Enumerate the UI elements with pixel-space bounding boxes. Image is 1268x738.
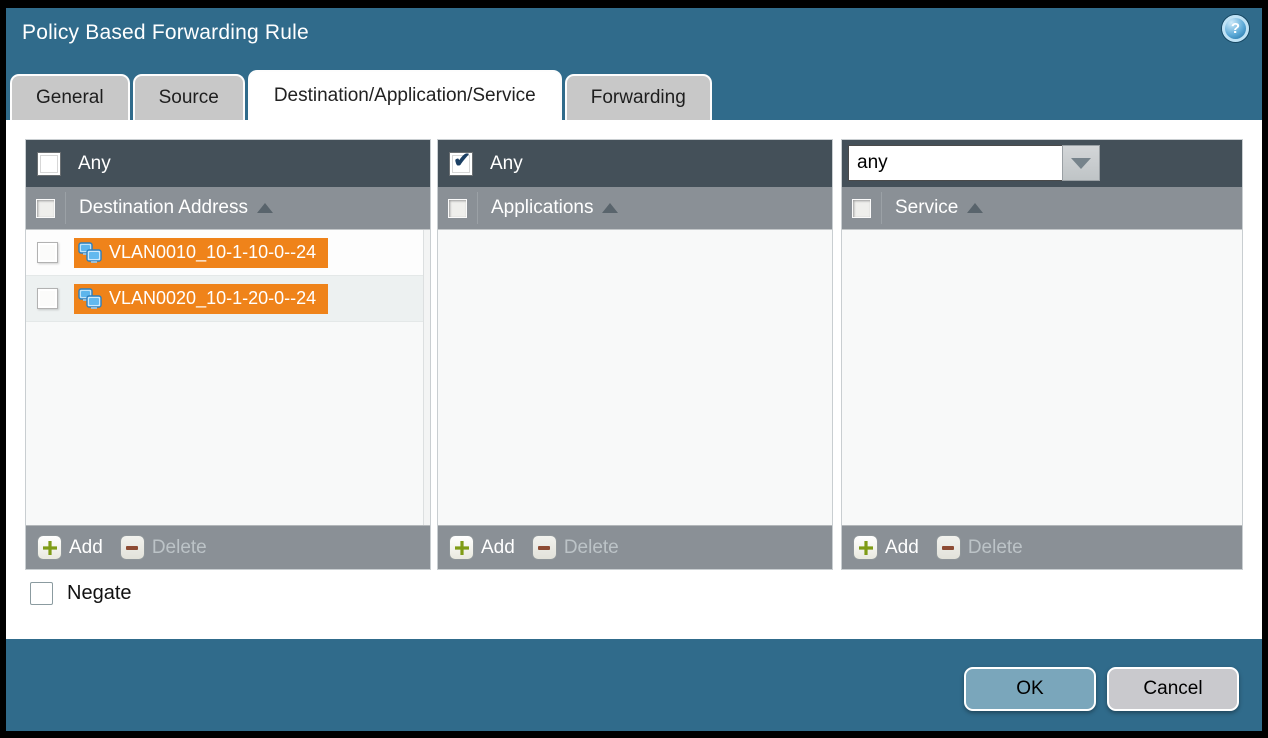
destination-any-bar: Any <box>26 140 430 187</box>
tab-general[interactable]: General <box>10 74 130 120</box>
ok-button[interactable]: OK <box>964 667 1096 711</box>
service-dropdown-input[interactable] <box>848 145 1062 181</box>
tab-destination-application-service[interactable]: Destination/Application/Service <box>248 70 562 120</box>
dialog-buttons: OK Cancel <box>964 667 1239 711</box>
applications-any-checkbox[interactable] <box>449 152 473 176</box>
cancel-button[interactable]: Cancel <box>1107 667 1239 711</box>
sort-asc-icon <box>602 203 618 213</box>
sort-asc-icon <box>967 203 983 213</box>
destination-address-panel: Any Destination Address <box>25 139 431 570</box>
dialog-title: Policy Based Forwarding Rule <box>22 21 309 45</box>
network-address-icon <box>78 242 102 264</box>
address-object-tag[interactable]: VLAN0010_10-1-10-0--24 <box>74 238 328 268</box>
add-icon[interactable] <box>37 535 62 560</box>
applications-list <box>438 230 832 525</box>
row-checkbox[interactable] <box>37 242 58 263</box>
delete-icon[interactable] <box>532 535 557 560</box>
applications-any-bar: Any <box>438 140 832 187</box>
column-divider <box>65 192 66 224</box>
destination-list: VLAN0010_10-1-10-0--24 <box>26 230 430 525</box>
destination-select-all-checkbox[interactable] <box>36 199 55 218</box>
add-icon[interactable] <box>449 535 474 560</box>
negate-option: Negate <box>30 582 132 605</box>
table-row[interactable]: VLAN0010_10-1-10-0--24 <box>26 230 430 276</box>
delete-button[interactable]: Delete <box>968 537 1023 559</box>
service-dropdown-button[interactable] <box>1062 145 1100 181</box>
tab-source[interactable]: Source <box>133 74 245 120</box>
applications-panel: Any Applications Add Delete <box>437 139 833 570</box>
help-icon[interactable]: ? <box>1222 15 1249 42</box>
service-footer: Add Delete <box>842 525 1242 569</box>
destination-footer: Add Delete <box>26 525 430 569</box>
column-divider <box>477 192 478 224</box>
delete-icon[interactable] <box>936 535 961 560</box>
service-list <box>842 230 1242 525</box>
delete-button[interactable]: Delete <box>564 537 619 559</box>
add-button[interactable]: Add <box>481 537 515 559</box>
scrollbar[interactable] <box>423 230 430 525</box>
address-object-tag[interactable]: VLAN0020_10-1-20-0--24 <box>74 284 328 314</box>
negate-checkbox[interactable] <box>30 582 53 605</box>
service-panel: Service Add Delete <box>841 139 1243 570</box>
negate-label: Negate <box>67 582 132 605</box>
service-select-all-checkbox[interactable] <box>852 199 871 218</box>
chevron-down-icon <box>1071 158 1091 169</box>
applications-footer: Add Delete <box>438 525 832 569</box>
row-checkbox[interactable] <box>37 288 58 309</box>
destination-column-header[interactable]: Destination Address <box>26 187 430 230</box>
service-column-label: Service <box>895 197 958 219</box>
add-icon[interactable] <box>853 535 878 560</box>
tab-content: Any Destination Address <box>6 120 1262 639</box>
tab-bar: General Source Destination/Application/S… <box>10 70 712 120</box>
add-button[interactable]: Add <box>885 537 919 559</box>
address-object-label: VLAN0020_10-1-20-0--24 <box>109 288 316 309</box>
destination-any-label: Any <box>78 153 111 175</box>
applications-select-all-checkbox[interactable] <box>448 199 467 218</box>
applications-column-label: Applications <box>491 197 593 219</box>
applications-column-header[interactable]: Applications <box>438 187 832 230</box>
destination-column-label: Destination Address <box>79 197 248 219</box>
delete-button[interactable]: Delete <box>152 537 207 559</box>
service-any-bar <box>842 140 1242 187</box>
sort-asc-icon <box>257 203 273 213</box>
add-button[interactable]: Add <box>69 537 103 559</box>
column-divider <box>881 192 882 224</box>
destination-any-checkbox[interactable] <box>37 152 61 176</box>
address-object-label: VLAN0010_10-1-10-0--24 <box>109 242 316 263</box>
service-column-header[interactable]: Service <box>842 187 1242 230</box>
policy-based-forwarding-rule-dialog: Policy Based Forwarding Rule ? General S… <box>6 8 1262 731</box>
tab-forwarding[interactable]: Forwarding <box>565 74 712 120</box>
applications-any-label: Any <box>490 153 523 175</box>
network-address-icon <box>78 288 102 310</box>
service-combobox <box>848 145 1100 181</box>
table-row[interactable]: VLAN0020_10-1-20-0--24 <box>26 276 430 322</box>
delete-icon[interactable] <box>120 535 145 560</box>
